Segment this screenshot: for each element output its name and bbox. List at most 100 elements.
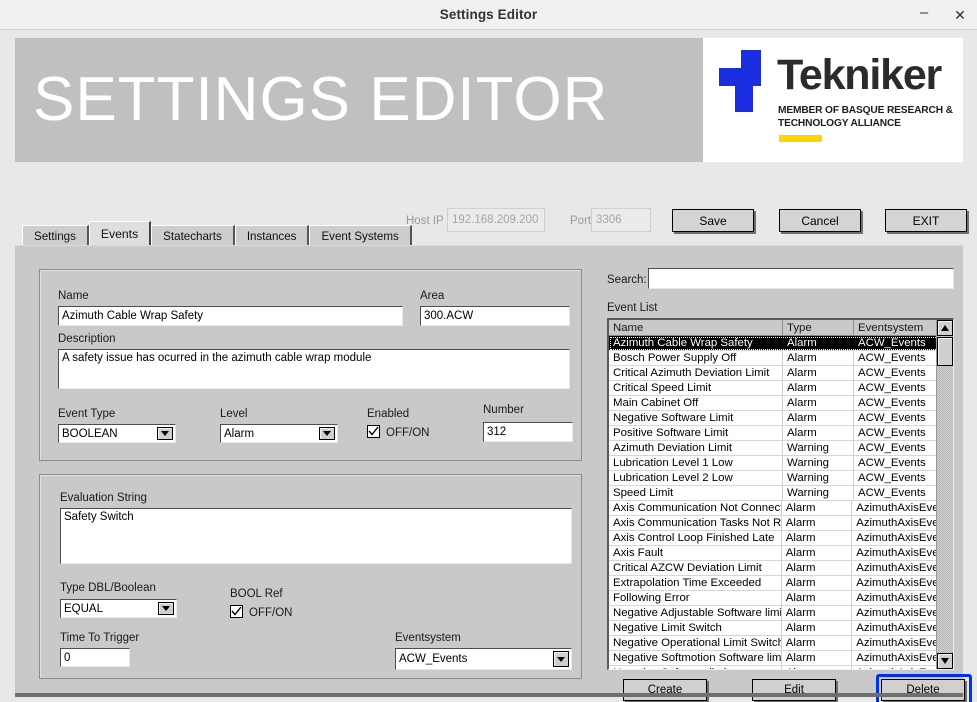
check-icon (231, 606, 242, 616)
cell-event-type: Alarm (780, 531, 852, 545)
time-to-trigger-input[interactable]: 0 (60, 648, 130, 667)
table-row[interactable]: Critical Speed Limit Alarm ACW_Events (609, 381, 953, 396)
evaluation-string-textarea[interactable]: Safety Switch (60, 508, 572, 564)
area-input[interactable]: 300.ACW (420, 306, 570, 326)
check-icon (368, 426, 379, 436)
level-value: Alarm (224, 427, 255, 440)
time-to-trigger-label: Time To Trigger (60, 632, 140, 644)
table-row[interactable]: Azimuth Deviation Limit Warning ACW_Events (609, 441, 953, 456)
event-list-scrollbar[interactable] (936, 320, 953, 669)
level-select[interactable]: Alarm (220, 424, 338, 443)
table-row[interactable]: Extrapolation Time Exceeded Alarm AzimuthA… (609, 576, 953, 591)
bool-ref-checkbox[interactable] (230, 605, 243, 618)
tab-instances[interactable]: Instances (234, 225, 310, 246)
cell-event-type: Alarm (782, 381, 853, 395)
cell-event-name: Critical Speed Limit (613, 382, 712, 394)
panel-bottom-edge (15, 693, 963, 697)
tab-content-panel: Name Azimuth Cable Wrap Safety Area 300.… (15, 245, 972, 702)
cell-event-type: Alarm (780, 576, 852, 590)
table-row[interactable]: Negative Softmotion Software limit Alarm A… (609, 651, 953, 666)
tekniker-tagline: MEMBER OF BASQUE RESEARCH & TECHNOLOGY A… (778, 105, 953, 129)
table-row[interactable]: Following Error Alarm AzimuthAxisEvents (609, 591, 953, 606)
scroll-up-icon[interactable] (937, 320, 953, 336)
scroll-down-icon[interactable] (937, 653, 953, 669)
table-row[interactable]: Negative Operational Limit Switch Alarm Az… (609, 636, 953, 651)
tab-events[interactable]: Events (88, 221, 152, 246)
table-row[interactable]: Critical AZCW Deviation Limit Alarm Azimut… (609, 561, 953, 576)
cell-event-type: Alarm (780, 651, 852, 665)
table-row[interactable]: Negative Limit Switch Alarm AzimuthAxisEve… (609, 621, 953, 636)
cell-event-name: Axis Fault (613, 547, 664, 559)
tab-event-systems[interactable]: Event Systems (309, 225, 412, 246)
chevron-down-icon[interactable] (157, 427, 173, 440)
chevron-down-icon[interactable] (553, 651, 569, 667)
table-row[interactable]: Axis Control Loop Finished Late Alarm Azim… (609, 531, 953, 546)
tekniker-wordmark: Tekniker (777, 51, 942, 99)
type-dbl-boolean-select[interactable]: EQUAL (60, 599, 177, 618)
tekniker-accent-bar (779, 135, 822, 142)
table-row[interactable]: Speed Limit Warning ACW_Events (609, 486, 953, 501)
chevron-down-icon[interactable] (158, 602, 174, 615)
eventsystem-select[interactable]: ACW_Events (395, 648, 572, 670)
table-row[interactable]: Positive Software Limit Alarm ACW_Events (609, 426, 953, 441)
column-header-type[interactable]: Type (782, 320, 853, 335)
window-controls: – ✕ (913, 0, 971, 30)
table-row[interactable]: Azimuth Cable Wrap Safety Alarm ACW_Events (609, 336, 953, 351)
cell-event-name: Main Cabinet Off (613, 397, 699, 409)
tekniker-mark-icon (719, 50, 761, 112)
table-row[interactable]: Critical Azimuth Deviation Limit Alarm ACW… (609, 366, 953, 381)
create-button[interactable]: Create (623, 679, 707, 701)
minimize-icon[interactable]: – (913, 4, 935, 26)
close-icon[interactable]: ✕ (949, 4, 971, 26)
table-row[interactable]: Axis Fault Alarm AzimuthAxisEvents (609, 546, 953, 561)
app-body: SETTINGS EDITOR Tekniker MEMBER OF BASQU… (0, 30, 977, 702)
cell-event-name: Negative Operational Limit Switch (613, 637, 781, 649)
cell-event-type: Alarm (782, 351, 853, 365)
description-textarea[interactable]: A safety issue has ocurred in the azimut… (58, 349, 570, 389)
cancel-button[interactable]: Cancel (779, 209, 861, 232)
table-row[interactable]: Axis Communication Not Connected Alarm Azi… (609, 501, 953, 516)
event-general-group: Name Azimuth Cable Wrap Safety Area 300.… (39, 269, 582, 461)
port-label: Port (570, 215, 592, 227)
name-input[interactable]: Azimuth Cable Wrap Safety (58, 306, 403, 326)
cell-event-name: Critical AZCW Deviation Limit (613, 562, 762, 574)
enabled-checkbox-label: OFF/ON (386, 427, 430, 439)
cell-event-type: Alarm (780, 636, 852, 650)
event-type-select[interactable]: BOOLEAN (58, 424, 176, 443)
table-row[interactable]: Axis Communication Tasks Not RunningAlar… (609, 516, 953, 531)
save-button[interactable]: Save (672, 209, 754, 232)
port-field[interactable]: 3306 (591, 208, 651, 232)
cell-event-type: Warning (782, 486, 853, 500)
table-row[interactable]: Main Cabinet Off Alarm ACW_Events (609, 396, 953, 411)
tab-settings[interactable]: Settings (22, 225, 89, 246)
table-row[interactable]: Negative Adjustable Software limit Alarm A… (609, 606, 953, 621)
column-header-name[interactable]: Name (609, 320, 782, 335)
tab-events-label: Events (100, 227, 139, 241)
window-title: Settings Editor (439, 7, 538, 22)
cell-event-type: Alarm (780, 666, 852, 669)
exit-button[interactable]: EXIT (885, 209, 967, 232)
tab-bar: Settings Events Statecharts Instances Ev… (22, 221, 412, 246)
tab-statecharts[interactable]: Statecharts (151, 225, 235, 246)
table-row[interactable]: Bosch Power Supply Off Alarm ACW_Events (609, 351, 953, 366)
table-row[interactable]: Lubrication Level 1 Low Warning ACW_Events (609, 456, 953, 471)
tab-event-systems-label: Event Systems (321, 229, 399, 243)
cell-event-name: Critical Azimuth Deviation Limit (613, 367, 770, 379)
edit-button[interactable]: Edit (752, 679, 836, 701)
table-row[interactable]: Negative Software limitAlarmAzimuthAxisE… (609, 666, 953, 669)
table-row[interactable]: Lubrication Level 2 Low Warning ACW_Events (609, 471, 953, 486)
enabled-checkbox[interactable] (367, 425, 380, 438)
scrollbar-thumb[interactable] (937, 337, 953, 366)
cell-event-type: Alarm (782, 336, 853, 350)
table-row[interactable]: Negative Software Limit Alarm ACW_Events (609, 411, 953, 426)
host-ip-field[interactable]: 192.168.209.200 (447, 208, 545, 232)
search-input[interactable] (648, 268, 954, 289)
chevron-down-icon[interactable] (319, 427, 335, 440)
cell-event-name: Negative Limit Switch (613, 622, 722, 634)
number-label: Number (483, 404, 524, 416)
name-label: Name (58, 290, 89, 302)
cell-event-type: Alarm (780, 516, 852, 530)
delete-button-focus-ring (876, 674, 972, 702)
bool-ref-checkbox-label: OFF/ON (249, 607, 293, 619)
number-input[interactable]: 312 (483, 422, 573, 442)
